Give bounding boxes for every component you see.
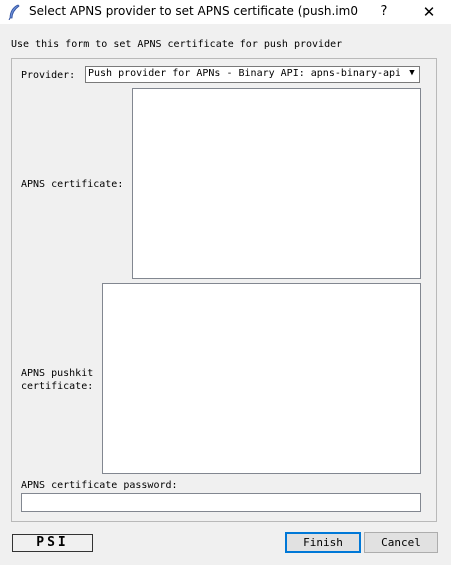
pushkit-label-line2: certificate: [21,381,94,392]
intro-text: Use this form to set APNS certificate fo… [11,39,343,50]
chevron-down-icon: ▼ [409,68,415,78]
password-field[interactable] [21,493,421,512]
window-title: Select APNS provider to set APNS certifi… [29,4,359,18]
help-button[interactable]: ? [370,2,398,22]
close-button[interactable]: ✕ [414,2,444,22]
pushkit-certificate-textarea[interactable] [102,283,421,474]
provider-select[interactable]: Push provider for APNs - Binary API: apn… [85,66,420,83]
certificate-label: APNS certificate: [21,179,124,190]
psi-logo-badge: PSI [12,534,93,552]
finish-button[interactable]: Finish [285,532,361,553]
provider-selected-value: Push provider for APNs - Binary API: apn… [88,68,400,79]
provider-label: Provider: [21,70,76,81]
certificate-textarea[interactable] [132,88,421,279]
cancel-button[interactable]: Cancel [364,532,438,553]
password-label: APNS certificate password: [21,480,178,491]
feather-pen-icon [8,4,20,20]
title-bar: Select APNS provider to set APNS certifi… [0,0,451,24]
pushkit-label-line1: APNS pushkit [21,368,94,379]
